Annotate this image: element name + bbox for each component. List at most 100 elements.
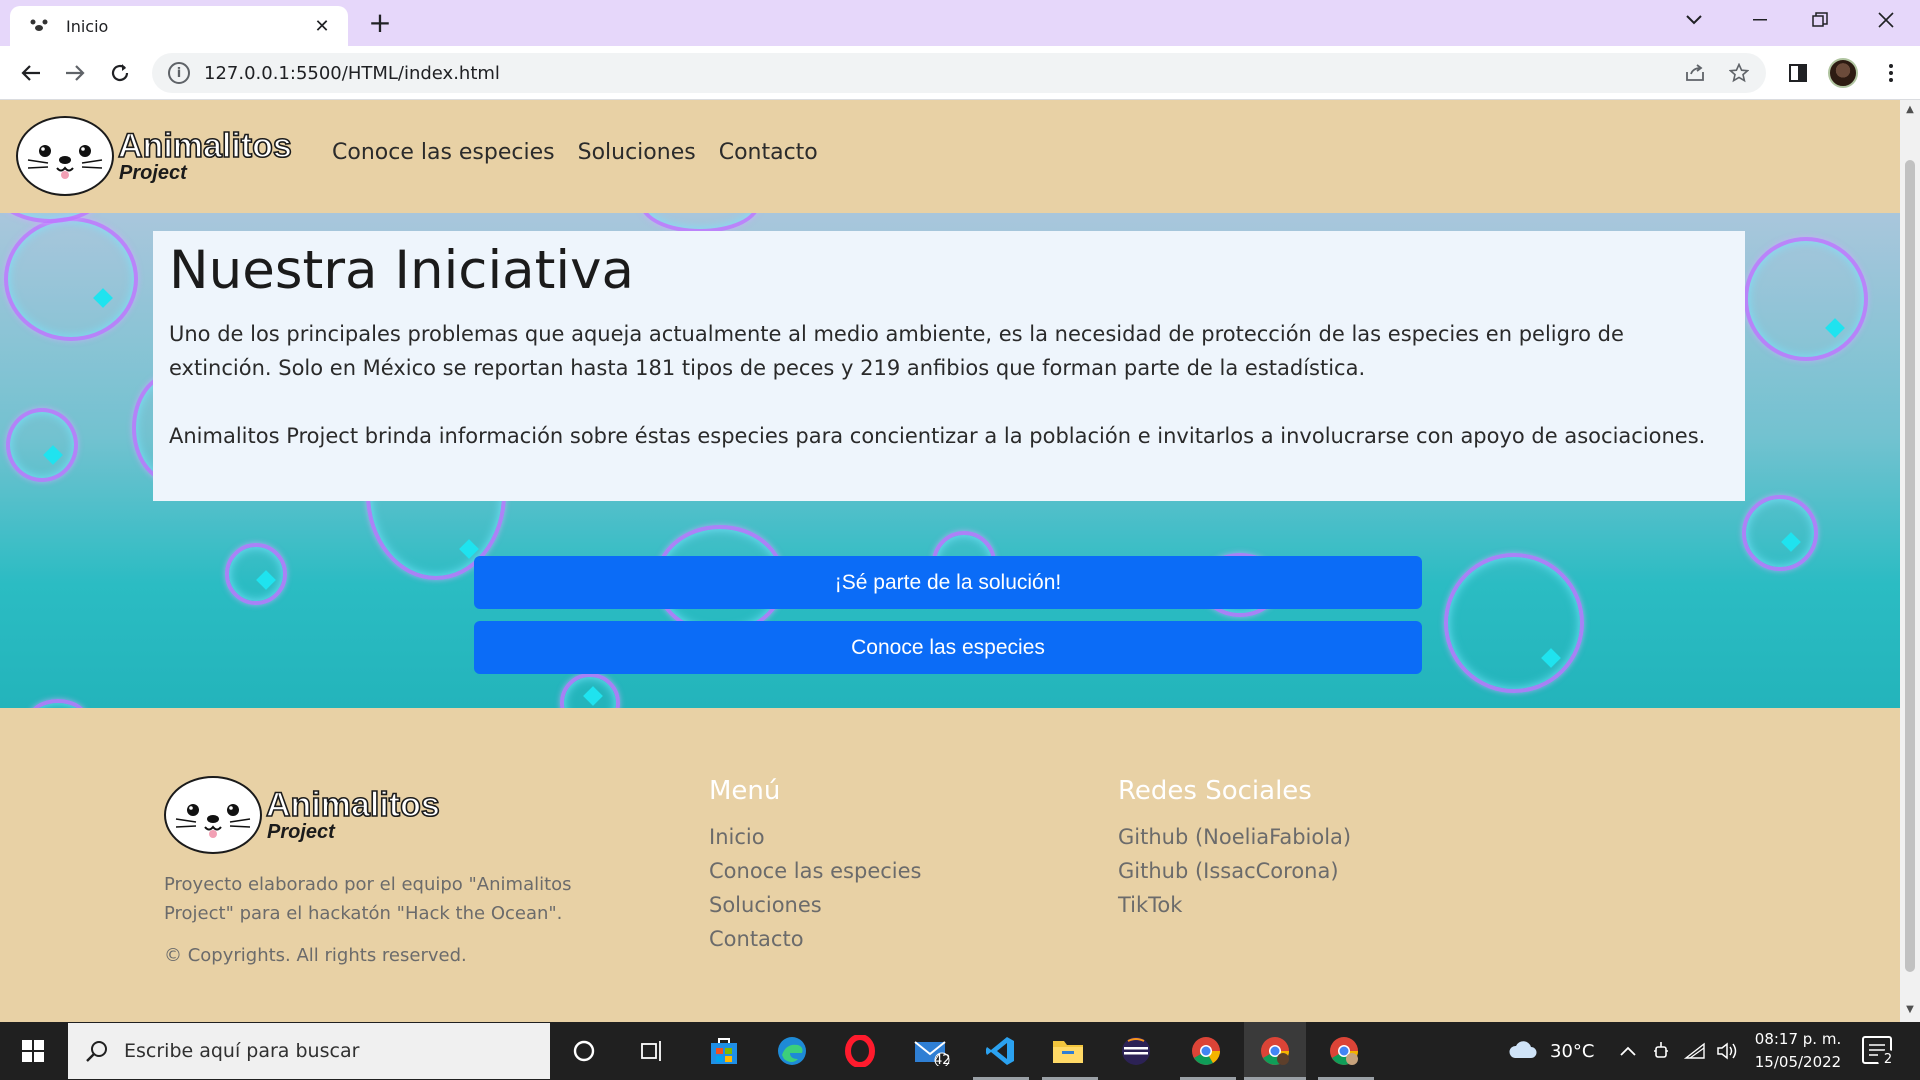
weather-temperature: 30°C: [1550, 1040, 1595, 1062]
scroll-down-arrow-icon[interactable]: ▼: [1904, 1004, 1916, 1016]
nav-contacto[interactable]: Contacto: [719, 140, 818, 165]
close-window-button[interactable]: [1856, 0, 1916, 40]
header-brand: Animalitos Project: [117, 127, 292, 184]
join-solution-button[interactable]: ¡Sé parte de la solución!: [474, 556, 1422, 609]
main-nav: Conoce las especies Soluciones Contacto: [332, 140, 818, 165]
back-arrow-icon[interactable]: [14, 56, 48, 90]
initiative-paragraph-2: Animalitos Project brinda información so…: [169, 423, 1706, 448]
taskbar-clock[interactable]: 08:17 p. m. 15/05/2022: [1752, 1028, 1844, 1074]
file-explorer-icon[interactable]: [1048, 1031, 1088, 1071]
footer-link-inicio[interactable]: Inicio: [709, 820, 921, 854]
taskbar-search-placeholder: Escribe aquí para buscar: [124, 1040, 360, 1062]
header-logo[interactable]: Animalitos Project: [16, 116, 293, 196]
footer-social-title: Redes Sociales: [1118, 776, 1312, 806]
initiative-paragraph-1: Uno de los principales problemas que aqu…: [169, 321, 1624, 380]
footer-logo-sub: Project: [267, 821, 335, 843]
reload-icon[interactable]: [103, 56, 137, 90]
footer-menu: Menú Inicio Conoce las especies Solucion…: [709, 776, 921, 956]
notification-count: 2: [1878, 1050, 1898, 1070]
search-icon: [82, 1036, 112, 1066]
mail-badge: 42: [934, 1053, 951, 1068]
bubble-decoration: [1444, 553, 1584, 693]
footer-link-tiktok[interactable]: TikTok: [1118, 888, 1351, 922]
chrome-profile-2-icon[interactable]: [1324, 1031, 1364, 1071]
restore-button[interactable]: [1790, 0, 1850, 40]
footer-brand: Animalitos Project: [265, 786, 440, 843]
browser-toolbar: i 127.0.0.1:5500/HTML/index.html: [0, 46, 1920, 100]
browser-tab-inicio[interactable]: Inicio ✕: [10, 6, 348, 46]
vscode-icon[interactable]: [980, 1031, 1020, 1071]
footer-link-github-issac[interactable]: Github (IssacCorona): [1118, 854, 1351, 888]
notification-center-icon[interactable]: 2: [1862, 1036, 1898, 1070]
nav-conoce-especies[interactable]: Conoce las especies: [332, 140, 555, 165]
tab-search-chevron-icon[interactable]: [1664, 0, 1724, 40]
volume-icon[interactable]: [1716, 1022, 1740, 1080]
nav-soluciones[interactable]: Soluciones: [578, 140, 696, 165]
minimize-button[interactable]: [1730, 0, 1790, 40]
seal-favicon-icon: [28, 15, 50, 37]
taskbar-date: 15/05/2022: [1754, 1053, 1842, 1071]
initiative-card: Nuestra Iniciativa Uno de los principale…: [153, 231, 1745, 501]
microsoft-store-icon[interactable]: [704, 1031, 744, 1071]
bubble-decoration: [6, 408, 78, 482]
seal-logo-icon: [164, 776, 262, 854]
scrollbar-thumb[interactable]: [1905, 160, 1915, 972]
footer-menu-title: Menú: [709, 776, 781, 806]
edge-browser-icon[interactable]: [772, 1031, 812, 1071]
seal-logo-icon: [16, 116, 114, 196]
footer-link-contacto[interactable]: Contacto: [709, 922, 921, 956]
bubble-decoration: [28, 699, 88, 708]
meet-now-icon[interactable]: [1652, 1022, 1670, 1080]
cloud-icon: [1508, 1038, 1538, 1065]
footer-logo[interactable]: Animalitos Project: [164, 776, 441, 854]
close-tab-icon[interactable]: ✕: [310, 16, 334, 37]
footer-logo-name: Animalitos: [265, 786, 440, 824]
footer-link-conoce-especies[interactable]: Conoce las especies: [709, 854, 921, 888]
cortana-icon[interactable]: [564, 1031, 604, 1071]
url-text: 127.0.0.1:5500/HTML/index.html: [204, 62, 500, 84]
profile-avatar[interactable]: [1828, 58, 1858, 88]
opera-browser-icon[interactable]: [840, 1031, 880, 1071]
side-panel-icon[interactable]: [1781, 56, 1815, 90]
task-view-icon[interactable]: [632, 1031, 672, 1071]
header-logo-sub: Project: [119, 162, 187, 184]
browser-tabstrip: Inicio ✕ +: [0, 0, 1920, 46]
know-species-button[interactable]: Conoce las especies: [474, 621, 1422, 674]
bubble-decoration: [225, 543, 287, 605]
bubble-decoration: [1742, 495, 1818, 571]
taskbar-time: 08:17 p. m.: [1754, 1030, 1842, 1048]
page-viewport: Animalitos Project Conoce las especies S…: [0, 100, 1900, 1022]
site-info-icon[interactable]: i: [168, 62, 190, 84]
footer-social: Redes Sociales Github (NoeliaFabiola) Gi…: [1118, 776, 1351, 922]
site-footer: Animalitos Project Proyecto elaborado po…: [0, 708, 1900, 1022]
share-icon[interactable]: [1678, 56, 1712, 90]
chrome-profile-icon[interactable]: [1255, 1031, 1295, 1071]
page-scrollbar[interactable]: ▲ ▼: [1900, 100, 1920, 1022]
footer-link-github-noelia[interactable]: Github (NoeliaFabiola): [1118, 820, 1351, 854]
browser-tab-title: Inicio: [66, 16, 109, 36]
eclipse-ide-icon[interactable]: [1116, 1031, 1156, 1071]
weather-widget[interactable]: 30°C: [1508, 1022, 1594, 1080]
initiative-title: Nuestra Iniciativa: [169, 240, 634, 301]
footer-link-soluciones[interactable]: Soluciones: [709, 888, 921, 922]
chrome-icon[interactable]: [1186, 1031, 1226, 1071]
show-hidden-icons-chevron-icon[interactable]: [1620, 1022, 1636, 1080]
new-tab-button[interactable]: +: [364, 8, 396, 40]
wifi-icon[interactable]: [1684, 1022, 1706, 1080]
kebab-menu-icon[interactable]: [1874, 56, 1908, 90]
footer-description: Proyecto elaborado por el equipo "Animal…: [164, 874, 572, 924]
forward-arrow-icon[interactable]: [58, 56, 92, 90]
windows-taskbar: Escribe aquí para buscar 42 30°C 08:17 p…: [0, 1022, 1920, 1080]
bubble-decoration: [1744, 237, 1868, 361]
header-logo-name: Animalitos: [117, 127, 292, 165]
bubble-decoration: [640, 213, 760, 233]
address-bar[interactable]: i 127.0.0.1:5500/HTML/index.html: [152, 53, 1766, 93]
bookmark-star-icon[interactable]: [1722, 56, 1756, 90]
bubble-decoration: [560, 673, 620, 708]
scroll-up-arrow-icon[interactable]: ▲: [1904, 104, 1916, 116]
bubble-decoration: [4, 217, 138, 341]
site-header: Animalitos Project Conoce las especies S…: [0, 100, 1900, 213]
footer-copyright: © Copyrights. All rights reserved.: [164, 945, 467, 966]
windows-start-icon[interactable]: [0, 1022, 66, 1080]
taskbar-search-box[interactable]: Escribe aquí para buscar: [68, 1023, 550, 1079]
